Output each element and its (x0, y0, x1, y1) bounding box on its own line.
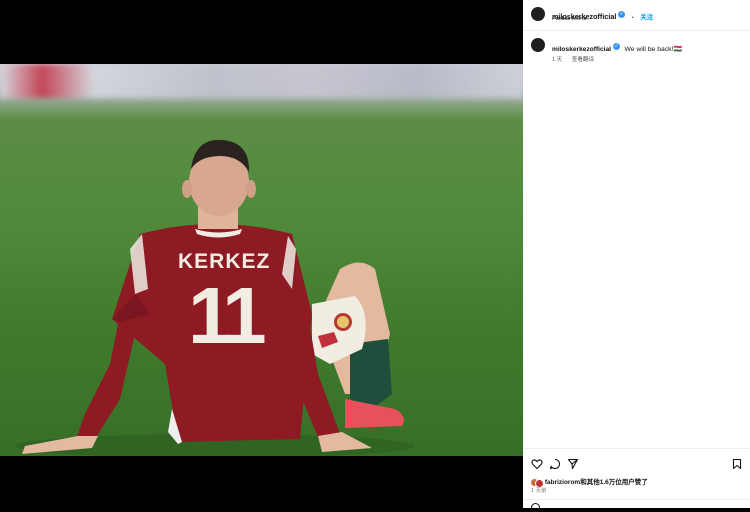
post-header: miloskerkezofficial ✓ • 关注 Puskás Aréna (523, 0, 750, 31)
follow-button[interactable]: 关注 (640, 14, 653, 21)
likes-summary[interactable]: fabriziorom和其他1.6万位用户赞了 (531, 476, 648, 488)
caption-meta: 1 天 查看翻译 (552, 48, 594, 66)
share-icon[interactable] (567, 457, 579, 470)
bookmark-icon[interactable] (731, 457, 743, 470)
caption-author-avatar[interactable] (531, 38, 545, 52)
liker-avatars (531, 478, 544, 488)
translate-link[interactable]: 查看翻译 (572, 57, 594, 63)
verified-badge-icon: ✓ (618, 11, 626, 19)
comment-icon[interactable] (549, 457, 561, 470)
divider (523, 499, 750, 500)
post-time: 1 天前 (531, 488, 547, 494)
separator: • (631, 15, 634, 21)
jersey-number: 11 (188, 271, 267, 360)
verified-badge-icon: ✓ (613, 43, 621, 51)
media-viewer: KERKEZ 11 (0, 0, 523, 508)
likes-text: fabriziorom和其他1.6万位用户赞了 (544, 479, 648, 486)
post-side-panel: miloskerkezofficial ✓ • 关注 Puskás Aréna m… (523, 0, 750, 512)
post-photo[interactable]: KERKEZ 11 (0, 64, 523, 456)
caption-text: We will be back!🇭🇺 (624, 46, 682, 53)
post-location[interactable]: Puskás Aréna (552, 16, 587, 22)
caption-time: 1 天 (552, 57, 563, 63)
heart-icon[interactable] (531, 457, 543, 470)
action-bar: fabriziorom和其他1.6万位用户赞了 1 天前 (523, 448, 750, 512)
caption: miloskerkezofficial ✓ We will be back!🇭🇺 … (523, 31, 750, 63)
author-avatar[interactable] (531, 7, 545, 21)
